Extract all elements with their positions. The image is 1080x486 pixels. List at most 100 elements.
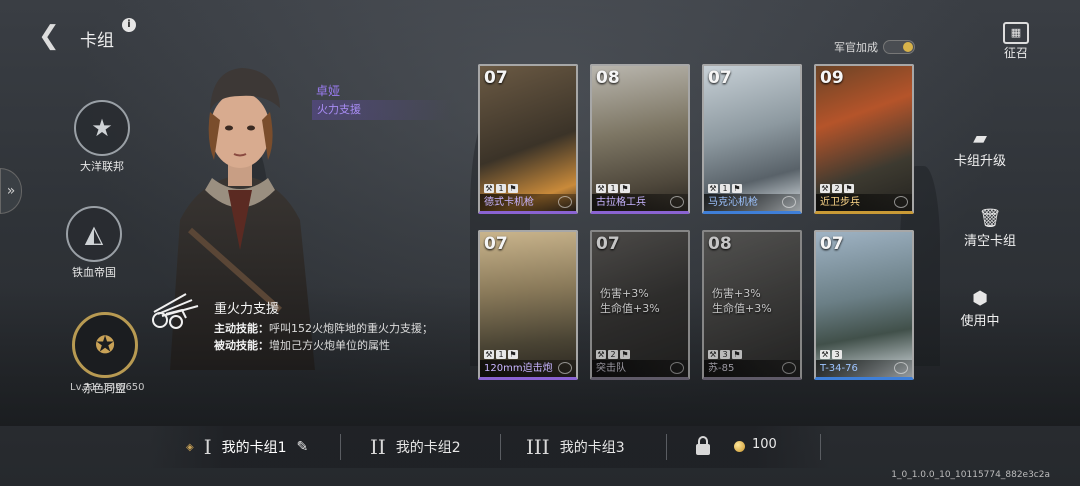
card-count: 3 (720, 350, 730, 359)
edit-icon[interactable]: ✎ (297, 439, 309, 455)
deck-number: I (203, 435, 212, 459)
skill-title: 重火力支援 (214, 302, 280, 317)
unit-type-icon: ⚒ (596, 184, 606, 193)
card-buff: 伤害+3% 生命值+3% (712, 286, 772, 316)
card-count: 2 (608, 350, 618, 359)
unit-type-icon: ⚒ (484, 350, 494, 359)
coin-icon (734, 441, 745, 452)
faction-iron-empire[interactable]: ◭ 铁血帝国 (62, 206, 126, 280)
cards-icon: ▦ (1003, 22, 1029, 44)
card-count: 1 (496, 350, 506, 359)
unit-card[interactable]: 07 ⚒ 3 T-34-76 (814, 230, 914, 380)
selected-marker-icon: ◈ (186, 441, 194, 453)
faction-oceanic-federation[interactable]: ★ 大洋联邦 (70, 100, 134, 174)
faction-mark-icon (894, 196, 908, 208)
toggle-switch[interactable] (883, 40, 915, 54)
recruit-label: 征召 (1003, 46, 1028, 60)
flag-icon: ⚑ (508, 184, 518, 193)
xp-value: 340/650 (102, 382, 145, 393)
passive-skill-label: 被动技能： (214, 339, 269, 352)
card-tags: ⚒ 1 ⚑ (708, 184, 742, 193)
in-use-button[interactable]: ⬢ 使用中 (940, 288, 1020, 329)
player-level: Lv.21 340/650 (70, 382, 145, 393)
faction-mark-icon (558, 362, 572, 374)
card-tags: ⚒ 1 ⚑ (484, 184, 518, 193)
card-cost: 08 (596, 68, 620, 88)
unit-type-icon: ⚒ (596, 350, 606, 359)
back-button[interactable]: ❮ (38, 22, 66, 50)
card-count: 1 (720, 184, 730, 193)
artillery-skill-icon (152, 293, 199, 329)
card-buff: 伤害+3% 生命值+3% (600, 286, 660, 316)
unit-card[interactable]: 08 伤害+3% 生命值+3% ⚒ 3 ⚑ 苏-85 (702, 230, 802, 380)
faction-mark-icon (558, 196, 572, 208)
divider (666, 434, 667, 460)
eagle-emblem-icon: ◭ (66, 206, 122, 262)
unit-type-icon: ⚒ (820, 184, 830, 193)
deck-tab-2[interactable]: II 我的卡组2 (370, 426, 461, 468)
faction-mark-icon (782, 362, 796, 374)
unit-type-icon: ⚒ (708, 350, 718, 359)
hp-buff: 生命值+3% (712, 302, 772, 315)
card-cost: 07 (484, 234, 508, 254)
deck-label: 我的卡组1 (221, 440, 287, 456)
in-use-label: 使用中 (960, 314, 1000, 329)
unit-type-icon: ⚒ (484, 184, 494, 193)
card-tags: ⚒ 2 ⚑ (820, 184, 854, 193)
card-cost: 07 (596, 234, 620, 254)
flag-icon: ⚑ (620, 184, 630, 193)
card-cost: 07 (708, 68, 732, 88)
unit-type-icon: ⚒ (820, 350, 830, 359)
officer-bonus-toggle[interactable]: 军官加成 (834, 39, 915, 55)
bear-emblem-icon: ✪ (72, 312, 138, 378)
deck-upgrade-label: 卡组升级 (953, 154, 1006, 169)
flag-icon: ⚑ (732, 350, 742, 359)
faction-mark-icon (782, 196, 796, 208)
info-icon[interactable]: i (122, 18, 136, 32)
deck-tab-3[interactable]: III 我的卡组3 (526, 426, 625, 468)
unit-card[interactable]: 07 伤害+3% 生命值+3% ⚒ 2 ⚑ 突击队 (590, 230, 690, 380)
deck-number: III (526, 435, 550, 459)
unit-card[interactable]: 07 ⚒ 1 ⚑ 德式卡机枪 (478, 64, 578, 214)
clear-deck-label: 清空卡组 (963, 234, 1016, 249)
damage-buff: 伤害+3% (712, 287, 761, 300)
hp-buff: 生命值+3% (600, 302, 660, 315)
officer-name: 卓娅 (316, 84, 341, 98)
flag-icon: ⚑ (732, 184, 742, 193)
deck-tab-1[interactable]: ◈ I 我的卡组1 ✎ (186, 426, 308, 468)
faction-mark-icon (670, 196, 684, 208)
deck-label: 我的卡组2 (395, 440, 461, 456)
active-skill-text: 呼叫152火炮阵地的重火力支援； (269, 322, 433, 335)
flag-icon: ⚑ (508, 350, 518, 359)
star-emblem-icon: ★ (74, 100, 130, 156)
deck-upgrade-button[interactable]: ▰ 卡组升级 (940, 128, 1020, 169)
version-string: 1_0_1.0.0_10_10115774_882e3c2a (891, 470, 1050, 480)
damage-buff: 伤害+3% (600, 287, 649, 300)
flag-icon: ⚑ (844, 184, 854, 193)
faction-mark-icon (670, 362, 684, 374)
unit-card[interactable]: 09 ⚒ 2 ⚑ 近卫步兵 (814, 64, 914, 214)
card-cost: 07 (820, 234, 844, 254)
divider (820, 434, 821, 460)
card-count: 1 (608, 184, 618, 193)
card-cost: 08 (708, 234, 732, 254)
card-cost: 07 (484, 68, 508, 88)
tank-icon: ▰ (973, 128, 987, 149)
unit-card[interactable]: 08 ⚒ 1 ⚑ 古拉格工兵 (590, 64, 690, 214)
passive-skill-text: 增加己方火炮单位的属性 (269, 339, 390, 352)
trash-icon: 🗑 (978, 208, 1002, 229)
deck-label: 我的卡组3 (559, 440, 625, 456)
card-cost: 09 (820, 68, 844, 88)
recruit-button[interactable]: ▦ 征召 (996, 22, 1036, 61)
unit-card[interactable]: 07 ⚒ 1 ⚑ 马克沁机枪 (702, 64, 802, 214)
card-tags: ⚒ 3 ⚑ (708, 350, 742, 359)
level-value: Lv.21 (70, 382, 97, 393)
unit-card[interactable]: 07 ⚒ 1 ⚑ 120mm迫击炮 (478, 230, 578, 380)
currency-amount: 100 (752, 437, 777, 452)
card-tags: ⚒ 2 ⚑ (596, 350, 630, 359)
card-tags: ⚒ 1 ⚑ (596, 184, 630, 193)
clear-deck-button[interactable]: 🗑 清空卡组 (950, 208, 1030, 249)
deck-number: II (370, 435, 386, 459)
divider (500, 434, 501, 460)
lock-icon[interactable] (694, 436, 712, 456)
